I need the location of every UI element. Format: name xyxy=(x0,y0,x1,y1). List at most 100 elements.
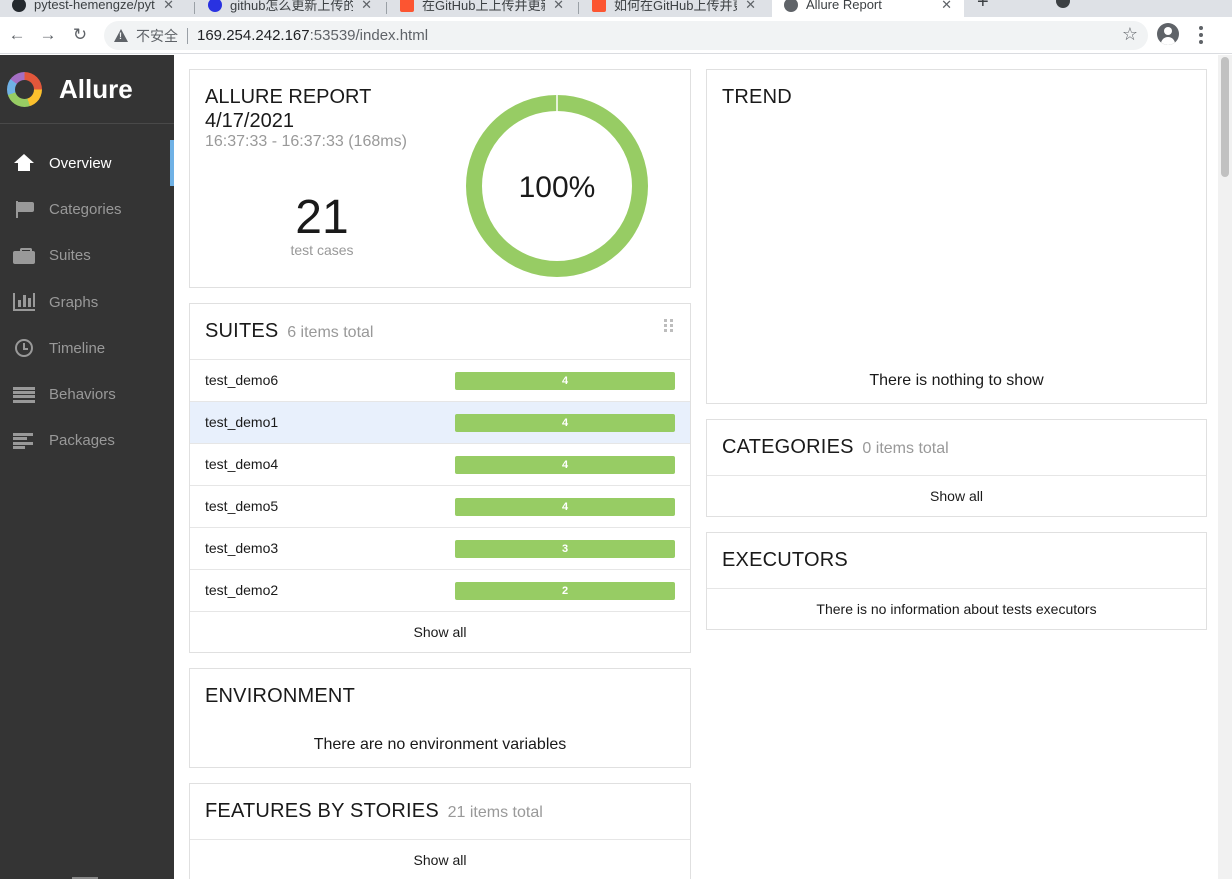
bookmark-star-icon[interactable]: ☆ xyxy=(1122,24,1138,45)
sidebar: Allure Overview Categories Suites Graphs… xyxy=(0,55,174,879)
pass-rate-label: 100% xyxy=(518,171,596,204)
suites-widget: SUITES 6 items total test_demo6 4 test_d… xyxy=(189,303,691,653)
address-separator xyxy=(187,27,188,44)
suites-title: SUITES 6 items total xyxy=(205,320,373,343)
suite-status-bar[interactable]: 4 xyxy=(455,414,675,432)
browser-tab-strip: pytest-hemengze/pyt ✕ github怎么更新上传的文 ✕ 在… xyxy=(0,0,1232,17)
categories-widget: CATEGORIES 0 items total Show all xyxy=(706,419,1207,517)
browser-tab[interactable]: github怎么更新上传的文 ✕ xyxy=(196,0,384,17)
executors-empty-message: There is no information about tests exec… xyxy=(816,601,1097,617)
categories-heading: CATEGORIES xyxy=(722,436,854,458)
allure-logo-icon xyxy=(7,72,42,107)
url-path: :53539/index.html xyxy=(309,27,429,44)
suite-status-bar[interactable]: 4 xyxy=(455,498,675,516)
suite-status-bar[interactable]: 4 xyxy=(455,456,675,474)
close-tab-icon[interactable]: ✕ xyxy=(361,0,372,13)
browser-tab[interactable]: 如何在GitHub上传并更 ✕ xyxy=(580,0,768,17)
report-title-line: ALLURE REPORT xyxy=(205,86,372,108)
features-show-all-link[interactable]: Show all xyxy=(190,852,690,868)
browser-tab-active[interactable]: Allure Report ✕ xyxy=(772,0,964,17)
features-widget: FEATURES BY STORIES 21 items total Show … xyxy=(189,783,691,879)
browser-tab-title: pytest-hemengze/pyt xyxy=(34,0,155,12)
table-row[interactable]: test_demo1 4 xyxy=(190,401,690,443)
bar-chart-icon xyxy=(12,292,36,312)
sidebar-item-suites[interactable]: Suites xyxy=(0,233,174,279)
sidebar-item-behaviors[interactable]: Behaviors xyxy=(0,371,174,417)
drag-handle-icon[interactable] xyxy=(664,319,674,332)
table-row[interactable]: test_demo5 4 xyxy=(190,485,690,527)
briefcase-icon xyxy=(12,246,36,266)
browser-tab[interactable]: 在GitHub上上传并更新 ✕ xyxy=(388,0,576,17)
test-case-count: 21 xyxy=(295,191,349,244)
browser-menu-icon[interactable] xyxy=(1193,24,1209,46)
browser-tab-title: 在GitHub上上传并更新 xyxy=(422,0,546,13)
sidebar-item-graphs[interactable]: Graphs xyxy=(0,279,174,325)
summary-widget: ALLURE REPORT 4/17/2021 16:37:33 - 16:37… xyxy=(189,69,691,288)
tab-separator xyxy=(578,2,579,14)
flag-icon xyxy=(12,199,36,219)
back-icon[interactable]: ← xyxy=(6,24,28,46)
csdn-icon xyxy=(400,0,414,12)
close-tab-icon[interactable]: ✕ xyxy=(553,0,564,13)
divider xyxy=(707,588,1206,589)
tab-search-icon[interactable] xyxy=(1056,0,1070,8)
sidebar-item-timeline[interactable]: Timeline xyxy=(0,325,174,371)
categories-count: 0 items total xyxy=(862,440,949,457)
sidebar-item-label: Packages xyxy=(49,432,115,450)
suites-show-all-link[interactable]: Show all xyxy=(190,624,690,640)
executors-title: EXECUTORS xyxy=(722,549,848,571)
features-count: 21 items total xyxy=(447,804,543,821)
tab-separator xyxy=(194,2,195,14)
suites-count: 6 items total xyxy=(287,324,374,341)
close-tab-icon[interactable]: ✕ xyxy=(163,0,174,13)
features-heading: FEATURES BY STORIES xyxy=(205,800,439,822)
close-tab-icon[interactable]: ✕ xyxy=(745,0,756,13)
divider xyxy=(707,475,1206,476)
suite-status-bar[interactable]: 3 xyxy=(455,540,675,558)
environment-empty-message: There are no environment variables xyxy=(313,736,567,753)
divider xyxy=(190,611,690,612)
sidebar-item-label: Categories xyxy=(49,200,122,218)
new-tab-button[interactable]: + xyxy=(977,0,989,14)
brand[interactable]: Allure xyxy=(0,55,174,124)
suite-status-bar[interactable]: 4 xyxy=(455,372,675,390)
align-left-icon xyxy=(12,431,36,451)
forward-icon[interactable]: → xyxy=(37,24,59,46)
table-row[interactable]: test_demo6 4 xyxy=(190,359,690,401)
report-date: 4/17/2021 xyxy=(205,110,294,132)
executors-widget: EXECUTORS There is no information about … xyxy=(706,532,1207,630)
trend-title: TREND xyxy=(722,86,792,108)
suite-name: test_demo6 xyxy=(205,372,279,388)
suite-name: test_demo5 xyxy=(205,498,279,514)
trend-empty-message: There is nothing to show xyxy=(869,372,1044,389)
close-tab-icon[interactable]: ✕ xyxy=(941,0,952,13)
suite-status-bar[interactable]: 2 xyxy=(455,582,675,600)
environment-widget: ENVIRONMENT There are no environment var… xyxy=(189,668,691,768)
sidebar-item-label: Behaviors xyxy=(49,386,116,404)
sidebar-item-overview[interactable]: Overview xyxy=(0,140,174,187)
reload-icon[interactable]: ↻ xyxy=(69,24,91,46)
security-label[interactable]: 不安全 xyxy=(136,26,178,46)
sidebar-item-packages[interactable]: Packages xyxy=(0,418,174,464)
table-row[interactable]: test_demo2 2 xyxy=(190,569,690,611)
suites-heading: SUITES xyxy=(205,320,279,342)
sidebar-item-categories[interactable]: Categories xyxy=(0,186,174,232)
page-scrollbar[interactable] xyxy=(1218,55,1232,879)
suite-name: test_demo4 xyxy=(205,456,279,472)
categories-show-all-link[interactable]: Show all xyxy=(707,488,1206,504)
browser-tab[interactable]: pytest-hemengze/pyt ✕ xyxy=(0,0,186,17)
profile-icon[interactable] xyxy=(1157,23,1179,45)
side-nav: Overview Categories Suites Graphs Timeli… xyxy=(0,140,174,464)
scrollbar-thumb[interactable] xyxy=(1221,57,1229,177)
globe-icon xyxy=(784,0,798,12)
browser-toolbar: ← → ↻ 不安全 169.254.242.167:53539/index.ht… xyxy=(0,17,1232,54)
table-row[interactable]: test_demo4 4 xyxy=(190,443,690,485)
brand-name: Allure xyxy=(59,74,133,104)
test-case-count-label: test cases xyxy=(290,242,354,258)
address-bar[interactable]: 不安全 169.254.242.167:53539/index.html ☆ xyxy=(104,21,1148,50)
table-row[interactable]: test_demo3 3 xyxy=(190,527,690,569)
list-icon xyxy=(12,385,36,405)
csdn-icon xyxy=(592,0,606,12)
browser-tab-title: 如何在GitHub上传并更 xyxy=(614,0,738,13)
warning-icon[interactable] xyxy=(114,29,128,42)
